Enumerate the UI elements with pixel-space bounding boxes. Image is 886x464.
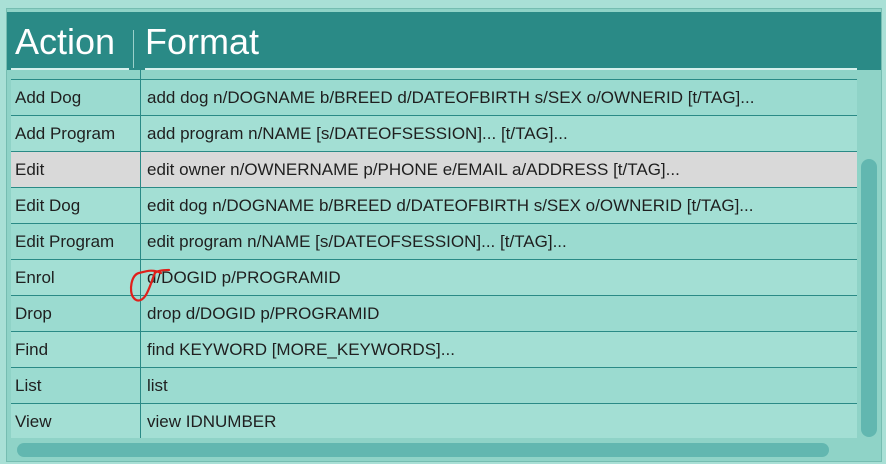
table-row[interactable]: Find find KEYWORD [MORE_KEYWORDS]...: [11, 332, 857, 368]
horizontal-scrollbar-thumb[interactable]: [17, 443, 829, 457]
format-cell: drop d/DOGID p/PROGRAMID: [147, 304, 380, 323]
vertical-scrollbar-thumb[interactable]: [861, 159, 877, 437]
format-cell: list: [147, 376, 168, 395]
action-cell: Enrol: [15, 268, 55, 287]
table-row[interactable]: Edit Program edit program n/NAME [s/DATE…: [11, 224, 857, 260]
format-cell: view IDNUMBER: [147, 412, 277, 431]
format-cell: add program n/NAME [s/DATEOFSESSION]... …: [147, 124, 568, 143]
table-row[interactable]: Add Program add program n/NAME [s/DATEOF…: [11, 116, 857, 152]
format-cell: find KEYWORD [MORE_KEYWORDS]...: [147, 340, 455, 359]
command-table-panel: Action Format Add Dog add dog n/DOGNAME …: [6, 8, 882, 462]
red-pen-annotation: [129, 268, 171, 302]
action-cell: Add Program: [15, 124, 116, 143]
table-row-selected[interactable]: Edit edit owner n/OWNERNAME p/PHONE e/EM…: [11, 152, 857, 188]
format-cell: edit owner n/OWNERNAME p/PHONE e/EMAIL a…: [147, 160, 680, 179]
format-cell: add dog n/DOGNAME b/BREED d/DATEOFBIRTH …: [147, 88, 755, 107]
table-header: Action Format: [7, 12, 881, 70]
action-cell: Add Dog: [15, 88, 82, 107]
table-body: Add Dog add dog n/DOGNAME b/BREED d/DATE…: [7, 70, 859, 438]
table-row[interactable]: List list: [11, 368, 857, 404]
table-row[interactable]: View view IDNUMBER: [11, 404, 857, 438]
action-cell: Edit Program: [15, 232, 115, 251]
action-cell: Find: [15, 340, 49, 359]
vertical-scrollbar[interactable]: [861, 159, 879, 437]
column-header-action[interactable]: Action: [15, 22, 115, 62]
format-cell: edit dog n/DOGNAME b/BREED d/DATEOFBIRTH…: [147, 196, 754, 215]
column-header-format[interactable]: Format: [145, 22, 259, 62]
header-separator: [133, 30, 134, 68]
table-row[interactable]: Edit Dog edit dog n/DOGNAME b/BREED d/DA…: [11, 188, 857, 224]
action-cell: Edit: [15, 160, 45, 179]
table-row[interactable]: Add Dog add dog n/DOGNAME b/BREED d/DATE…: [11, 80, 857, 116]
format-cell: edit program n/NAME [s/DATEOFSESSION]...…: [147, 232, 567, 251]
table-rows: Add Dog add dog n/DOGNAME b/BREED d/DATE…: [11, 80, 857, 438]
action-cell: List: [15, 376, 42, 395]
action-cell: Drop: [15, 304, 52, 323]
action-cell: View: [15, 412, 52, 431]
action-cell: Edit Dog: [15, 196, 81, 215]
table-row-partial: [11, 70, 857, 80]
